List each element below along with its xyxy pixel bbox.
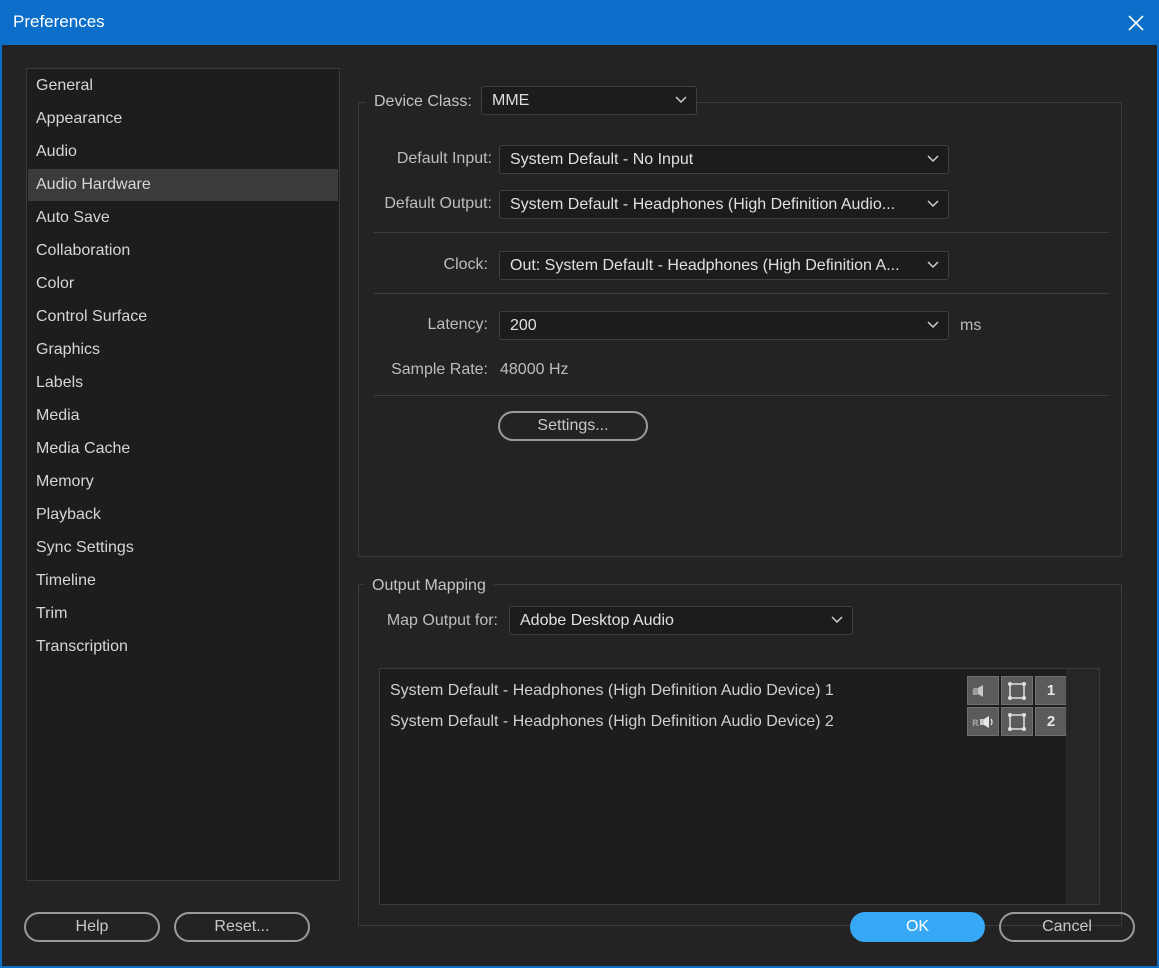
- divider: [374, 293, 1109, 294]
- chevron-down-icon: [831, 616, 843, 624]
- dialog-body: General Appearance Audio Audio Hardware …: [2, 45, 1157, 966]
- title-bar: Preferences: [0, 0, 1159, 45]
- sidebar-item-audio-hardware[interactable]: Audio Hardware: [28, 169, 338, 201]
- sidebar-item-media-cache[interactable]: Media Cache: [28, 433, 338, 465]
- clock-value: Out: System Default - Headphones (High D…: [510, 257, 900, 274]
- window-title: Preferences: [13, 12, 105, 31]
- device-class-dropdown[interactable]: MME: [481, 86, 697, 115]
- sidebar-item-playback[interactable]: Playback: [28, 499, 338, 531]
- scrollbar[interactable]: [1066, 669, 1099, 904]
- default-input-dropdown[interactable]: System Default - No Input: [499, 145, 949, 174]
- svg-text:L: L: [972, 688, 978, 698]
- sidebar-item-graphics[interactable]: Graphics: [28, 334, 338, 366]
- divider: [374, 395, 1109, 396]
- map-output-label: Map Output for:: [386, 612, 498, 629]
- ok-button[interactable]: OK: [850, 912, 985, 942]
- reset-button[interactable]: Reset...: [174, 912, 310, 942]
- sidebar-item-control-surface[interactable]: Control Surface: [28, 301, 338, 333]
- close-icon: [1128, 14, 1144, 31]
- frame-icon: [1008, 712, 1026, 731]
- chevron-down-icon: [927, 200, 939, 208]
- chevron-down-icon: [927, 155, 939, 163]
- sample-rate-value: 48000 Hz: [500, 361, 569, 378]
- channel-name: System Default - Headphones (High Defini…: [390, 682, 834, 699]
- speaker-right-tile[interactable]: R: [967, 707, 999, 736]
- category-list: General Appearance Audio Audio Hardware …: [26, 68, 340, 881]
- speaker-right-icon: R: [972, 715, 993, 729]
- speaker-left-icon: L: [972, 684, 983, 698]
- default-output-value: System Default - Headphones (High Defini…: [510, 196, 896, 213]
- map-output-dropdown[interactable]: Adobe Desktop Audio: [509, 606, 853, 635]
- channel-name: System Default - Headphones (High Defini…: [390, 713, 834, 730]
- chevron-down-icon: [927, 321, 939, 329]
- settings-button[interactable]: Settings...: [498, 411, 648, 441]
- sidebar-item-color[interactable]: Color: [28, 268, 338, 300]
- chevron-down-icon: [927, 261, 939, 269]
- frame-icon: [1008, 681, 1026, 700]
- default-input-value: System Default - No Input: [510, 151, 694, 168]
- sidebar-item-labels[interactable]: Labels: [28, 367, 338, 399]
- latency-unit: ms: [960, 317, 982, 334]
- sidebar-item-media[interactable]: Media: [28, 400, 338, 432]
- clock-label: Clock:: [443, 256, 488, 273]
- frame-tile[interactable]: [1001, 676, 1033, 705]
- latency-value: 200: [510, 317, 537, 334]
- preferences-window: Preferences General Appearance Audio Aud…: [0, 0, 1159, 968]
- sidebar-item-sync-settings[interactable]: Sync Settings: [28, 532, 338, 564]
- device-class-label: Device Class:: [366, 91, 480, 113]
- sidebar-item-trim[interactable]: Trim: [28, 598, 338, 630]
- sidebar-item-general[interactable]: General: [28, 70, 338, 102]
- sidebar-item-timeline[interactable]: Timeline: [28, 565, 338, 597]
- default-output-label: Default Output:: [384, 195, 492, 212]
- sidebar-item-appearance[interactable]: Appearance: [28, 103, 338, 135]
- sidebar-item-transcription[interactable]: Transcription: [28, 631, 338, 663]
- chevron-down-icon: [675, 96, 687, 104]
- output-mapping-title: Output Mapping: [364, 575, 494, 597]
- speaker-left-tile[interactable]: L: [967, 676, 999, 705]
- sidebar-item-collaboration[interactable]: Collaboration: [28, 235, 338, 267]
- help-button[interactable]: Help: [24, 912, 160, 942]
- close-button[interactable]: [1113, 0, 1159, 45]
- svg-text:R: R: [972, 719, 979, 729]
- sidebar-item-auto-save[interactable]: Auto Save: [28, 202, 338, 234]
- default-input-label: Default Input:: [396, 150, 492, 167]
- output-channel-list: System Default - Headphones (High Defini…: [379, 668, 1100, 905]
- cancel-button[interactable]: Cancel: [999, 912, 1135, 942]
- channel-number-tile[interactable]: 2: [1035, 707, 1067, 736]
- divider: [374, 232, 1109, 233]
- device-class-value: MME: [492, 92, 530, 109]
- latency-dropdown[interactable]: 200: [499, 311, 949, 340]
- sidebar-item-memory[interactable]: Memory: [28, 466, 338, 498]
- clock-dropdown[interactable]: Out: System Default - Headphones (High D…: [499, 251, 949, 280]
- sample-rate-label: Sample Rate:: [391, 361, 488, 378]
- channel-number-tile[interactable]: 1: [1035, 676, 1067, 705]
- map-output-value: Adobe Desktop Audio: [520, 612, 674, 629]
- latency-label: Latency:: [427, 316, 488, 333]
- frame-tile[interactable]: [1001, 707, 1033, 736]
- sidebar-item-audio[interactable]: Audio: [28, 136, 338, 168]
- default-output-dropdown[interactable]: System Default - Headphones (High Defini…: [499, 190, 949, 219]
